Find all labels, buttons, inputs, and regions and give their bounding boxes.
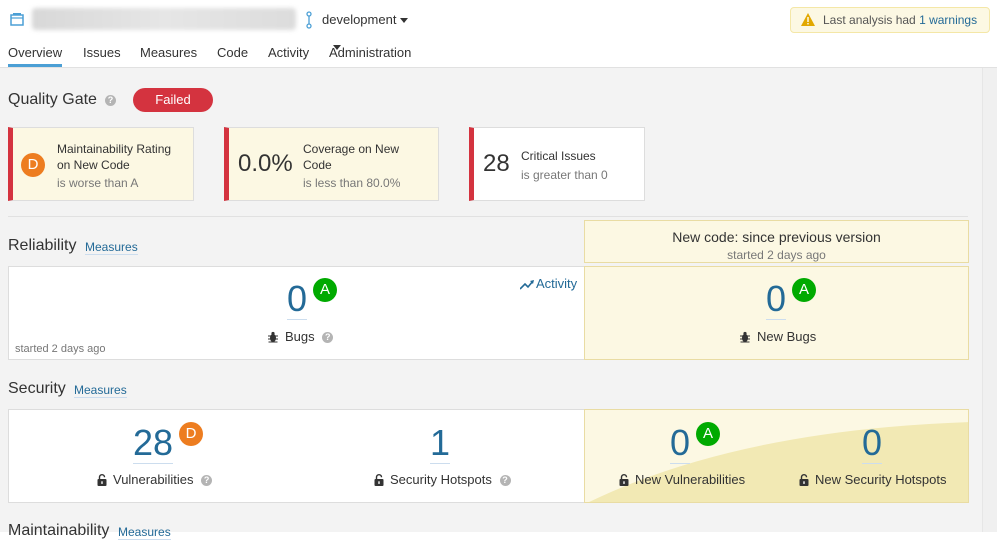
condition-detail: is greater than 0 [521,168,608,182]
condition-maintainability[interactable]: D Maintainability Rating on New Code is … [8,127,194,201]
new-vulnerabilities-value[interactable]: 0 [670,423,691,464]
tab-issues[interactable]: Issues [83,45,121,60]
vulnerabilities-label-text: Vulnerabilities [113,472,194,487]
condition-coverage[interactable]: 0.0% Coverage on New Code is less than 8… [224,127,439,201]
new-vulnerabilities-rating-badge[interactable]: A [696,422,720,446]
project-icon [10,13,24,26]
project-name-blurred[interactable] [32,8,296,30]
branch-selector[interactable]: development [322,12,409,27]
bugs-label: Bugs ? [267,329,334,344]
tab-administration-label: Administration [329,45,412,60]
trend-icon [520,280,534,290]
branch-icon [306,11,312,29]
bug-icon [740,331,750,343]
tab-overview[interactable]: Overview [8,45,63,67]
maintainability-title: Maintainability [8,522,110,539]
chevron-down-icon [400,18,409,24]
new-hotspots-value[interactable]: 0 [862,423,883,464]
help-icon[interactable]: ? [322,332,334,344]
security-new-code-panel: 0 A New Vulnerabilities 0 New Security H… [584,409,969,503]
reliability-overall-panel: 0 A Bugs ? Activity started 2 days ago [8,266,585,360]
security-measures-link[interactable]: Measures [74,383,127,398]
bug-icon [268,331,278,343]
new-bugs-label: New Bugs [739,329,816,344]
bugs-value[interactable]: 0 [287,279,308,320]
new-vulnerabilities-label-text: New Vulnerabilities [635,472,746,487]
unlock-icon [374,474,384,486]
vulnerabilities-rating-badge[interactable]: D [179,422,203,446]
help-icon[interactable]: ? [201,475,213,487]
condition-critical-issues[interactable]: 28 Critical Issues is greater than 0 [469,127,645,201]
warnings-link[interactable]: 1 warnings [919,13,977,27]
chevron-down-icon [333,45,341,50]
condition-value: 28 [483,150,510,177]
security-overall-panel: 28 D Vulnerabilities ? 1 Security Hotspo… [8,409,585,503]
bugs-label-text: Bugs [285,329,315,344]
hotspots-value[interactable]: 1 [430,423,451,464]
quality-gate-status-badge: Failed [133,88,213,112]
new-vulnerabilities-label: New Vulnerabilities [619,472,745,487]
unlock-icon [799,474,809,486]
warning-text: Last analysis had [823,13,920,27]
decorative-curve [589,422,968,502]
new-bugs-label-text: New Bugs [757,329,817,344]
condition-title: Critical Issues [521,149,596,163]
new-hotspots-label: New Security Hotspots [799,472,947,487]
bugs-rating-badge[interactable]: A [313,278,337,302]
new-bugs-value[interactable]: 0 [766,279,787,320]
condition-title: Coverage on New Code [303,142,400,172]
condition-title: Maintainability Rating on New Code [57,142,172,172]
condition-value: 0.0% [238,150,293,177]
help-icon[interactable]: ? [499,475,511,487]
unlock-icon [97,474,107,486]
condition-detail: is worse than A [57,176,139,190]
warning-icon [801,13,815,26]
new-hotspots-label-text: New Security Hotspots [815,472,947,487]
help-icon[interactable]: ? [105,95,116,106]
reliability-title: Reliability [8,237,77,254]
reliability-new-code-panel: 0 A New Bugs [584,266,969,360]
rating-badge: D [21,153,45,177]
activity-link-text[interactable]: Activity [536,276,577,291]
hotspots-label-text: Security Hotspots [390,472,492,487]
reliability-measures-link[interactable]: Measures [85,240,138,255]
vulnerabilities-value[interactable]: 28 [133,423,174,464]
analysis-warning-banner: Last analysis had 1 warnings [790,7,990,33]
divider [8,216,968,217]
tab-activity[interactable]: Activity [268,45,309,60]
scrollbar[interactable] [982,68,997,532]
unlock-icon [619,474,629,486]
started-label: started 2 days ago [15,343,106,355]
maintainability-measures-link[interactable]: Measures [118,525,171,540]
condition-detail: is less than 80.0% [303,176,401,190]
security-title: Security [8,380,66,397]
vulnerabilities-label: Vulnerabilities ? [97,472,213,487]
activity-link[interactable]: Activity [520,276,577,291]
quality-gate-title: Quality Gate [8,91,97,108]
new-code-subtitle: started 2 days ago [727,248,826,262]
branch-name: development [322,12,397,27]
new-code-title: New code: since previous version [672,229,881,245]
hotspots-label: Security Hotspots ? [374,472,511,487]
overview-content: Quality Gate ? Failed D Maintainability … [0,68,982,540]
new-code-period-header: New code: since previous version started… [584,220,969,263]
top-bar: development Last analysis had 1 warnings… [0,0,997,68]
new-bugs-rating-badge[interactable]: A [792,278,816,302]
tab-measures[interactable]: Measures [140,45,197,60]
tab-code[interactable]: Code [217,45,248,60]
